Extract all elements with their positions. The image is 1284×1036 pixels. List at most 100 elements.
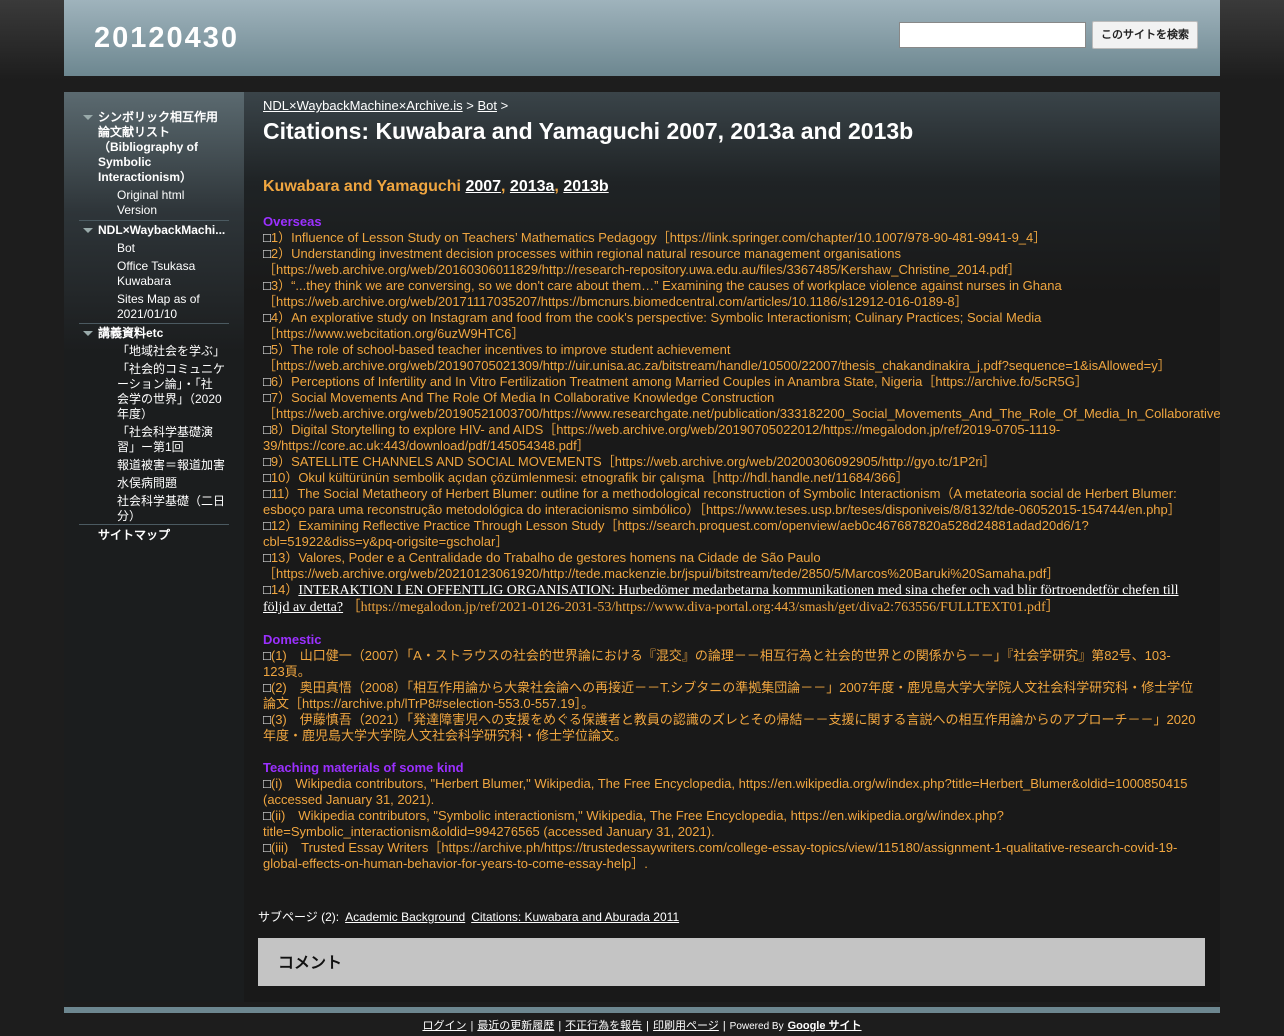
sidebar-group-bibliography: シンボリック相互作用 論文献リスト （Bibliography of Symbo… [79, 110, 229, 218]
sidebar-divider [79, 524, 229, 525]
citation-text: ［https://web.archive.org/web/20160306011… [263, 262, 1021, 277]
citation-text: ［https://web.archive.org/web/20190705021… [263, 358, 1171, 373]
teaching-citation-text: (iii) Trusted Essay Writers［https://arch… [270, 840, 1178, 855]
citation-text: ［https://web.archive.org/web/20210123061… [263, 566, 1060, 581]
sidebar-item-lecture[interactable]: 水俣病問題 [79, 476, 229, 491]
teaching-citation-text: (accessed January 31, 2021). [263, 792, 435, 807]
list-item: □10）Okul kültürünün sembolik açıdan çözü… [263, 470, 909, 485]
year-link-2013b[interactable]: 2013b [563, 178, 608, 195]
domestic-citation-text: (2) 奥田真悟（2008）「相互作用論から大衆社会論への再接近－－T.シブタニ… [270, 680, 1194, 695]
citation-text: esboço para uma reconstrução metodológic… [263, 502, 1181, 517]
citation-text: 5）The role of school-based teacher incen… [270, 342, 731, 357]
search-button[interactable]: このサイトを検索 [1092, 21, 1198, 49]
sidebar-item-lecture[interactable]: 「社会科学基礎演 習」ー第1回 [79, 425, 229, 455]
list-item: □3）“...they think we are conversing, so … [263, 278, 1062, 309]
list-item: □7）Social Movements And The Role Of Medi… [263, 390, 1221, 421]
sidebar-item-lectures[interactable]: 講義資料etc [79, 326, 229, 341]
sidebar-nav: シンボリック相互作用 論文献リスト （Bibliography of Symbo… [64, 92, 244, 1002]
search-input[interactable] [899, 22, 1086, 48]
citation-text: 3）“...they think we are conversing, so w… [270, 278, 1062, 293]
page-title: Citations: Kuwabara and Yamaguchi 2007, … [263, 118, 914, 144]
sidebar-item-sites-map[interactable]: Sites Map as of 2021/01/10 [79, 292, 229, 322]
sidebar-item-original-html[interactable]: Original html Version [79, 188, 229, 218]
list-item: □2）Understanding investment decision pro… [263, 246, 1021, 277]
subpages: サブページ (2): Academic Background Citations: … [258, 910, 680, 924]
year-link-2007[interactable]: 2007 [465, 178, 501, 195]
list-item: □(i) Wikipedia contributors, "Herbert Bl… [263, 776, 1188, 807]
sidebar-item-ndl[interactable]: NDL×WaybackMachi... [79, 223, 229, 238]
citation-text: 39/https://core.ac.uk:443/download/pdf/1… [263, 438, 590, 453]
citation-text: 4）An explorative study on Instagram and … [270, 310, 1042, 325]
teaching-citation-text: (ii) Wikipedia contributors, "Symbolic i… [270, 808, 1004, 823]
year-link-2013a[interactable]: 2013a [510, 178, 555, 195]
footer-link-login[interactable]: ログイン [422, 1020, 466, 1032]
teaching-citation-text: title=Symbolic_interactionism&oldid=9942… [263, 824, 715, 839]
citation-text: 12）Examining Reflective Practice Through… [270, 518, 1089, 533]
list-item: □13）Valores, Poder e a Centralidade do T… [263, 550, 1060, 581]
domestic-citation-text: 年度・鹿児島大学大学院人文社会科学研究科・修士学位論文。 [263, 728, 628, 743]
subpage-link-academic[interactable]: Academic Background [345, 910, 465, 924]
domestic-heading: Domestic [263, 632, 322, 647]
sidebar-divider [79, 220, 229, 221]
citation-text: cbl=51922&diss=y&pq-origsite=gscholar］ [263, 534, 509, 549]
sidebar-item-office[interactable]: Office Tsukasa Kuwabara [79, 259, 229, 289]
list-item: □(1) 山口健一（2007）「A・ストラウスの社会的世界論における『混交』の論… [263, 648, 1171, 679]
list-item: □4）An explorative study on Instagram and… [263, 310, 1042, 341]
sidebar-item-sitemap[interactable]: サイトマップ [79, 528, 229, 543]
sidebar-item-lecture[interactable]: 報道被害＝報道加害 [79, 458, 229, 473]
list-item: □(3) 伊藤慎吾（2021）「発達障害児への支援をめぐる保護者と教員の認識のズ… [263, 712, 1196, 743]
sidebar-item-lecture[interactable]: 「地域社会を学ぶ」 [79, 344, 229, 359]
footer-link-recent[interactable]: 最近の更新履歴 [477, 1020, 554, 1032]
site-header: 20120430 このサイトを検索 [64, 0, 1220, 76]
citation-text: 9）SATELLITE CHANNELS AND SOCIAL MOVEMENT… [270, 454, 996, 469]
breadcrumb: NDL×WaybackMachine×Archive.is > Bot > [263, 98, 509, 113]
sidebar-group-lectures: 講義資料etc 「地域社会を学ぶ」 「社会的コミュニケ ーション論」・「社 会学… [79, 326, 229, 524]
list-item: □9）SATELLITE CHANNELS AND SOCIAL MOVEMEN… [263, 454, 996, 469]
overseas-list: □1）Influence of Lesson Study on Teachers… [263, 230, 1221, 582]
subpage-link-citations[interactable]: Citations: Kuwabara and Aburada 2011 [471, 910, 679, 924]
domestic-citation-text: (1) 山口健一（2007）「A・ストラウスの社会的世界論における『混交』の論理… [270, 648, 1171, 663]
sidebar-item-bot[interactable]: Bot [79, 241, 229, 256]
teaching-heading: Teaching materials of some kind [263, 760, 464, 775]
breadcrumb-link-bot[interactable]: Bot [477, 98, 497, 113]
sidebar-group-sitemap: サイトマップ [79, 528, 229, 543]
comment-section: コメント [258, 938, 1205, 986]
domestic-citation-text: 論文［https://archive.ph/lTrP8#selection-55… [263, 696, 595, 711]
list-item: □(2) 奥田真悟（2008）「相互作用論から大衆社会論への再接近－－T.シブタ… [263, 680, 1194, 711]
citation-text: 8）Digital Storytelling to explore HIV- a… [270, 422, 1061, 437]
list-item: □5）The role of school-based teacher ince… [263, 342, 1171, 373]
list-item: □(ii) Wikipedia contributors, "Symbolic … [263, 808, 1004, 839]
citation-link-14-cont[interactable]: följd av detta? [263, 600, 343, 615]
list-item: □11）The Social Metatheory of Herbert Blu… [263, 486, 1181, 517]
sidebar-item-lecture[interactable]: 「社会的コミュニケ ーション論」・「社 会学の世界」（2020 年度） [79, 362, 229, 422]
citation-text: 1）Influence of Lesson Study on Teachers’… [270, 230, 1047, 245]
list-item: □6）Perceptions of Infertility and In Vit… [263, 374, 1088, 389]
footer-bar [64, 1007, 1220, 1013]
footer: ログイン | 最近の更新履歴 | 不正行為を報告 | 印刷用ページ | Powered By Go… [422, 1020, 862, 1032]
list-item: □8）Digital Storytelling to explore HIV- … [263, 422, 1061, 453]
overseas-heading: Overseas [263, 214, 322, 229]
teaching-citation-text: (i) Wikipedia contributors, "Herbert Blu… [270, 776, 1188, 791]
comment-title: コメント [278, 955, 343, 972]
teaching-list: □(i) Wikipedia contributors, "Herbert Bl… [263, 776, 1218, 872]
citation-link-14[interactable]: INTERAKTION I EN OFFENTLIG ORGANISATION:… [298, 583, 1178, 598]
domestic-list: □(1) 山口健一（2007）「A・ストラウスの社会的世界論における『混交』の論… [263, 648, 1218, 744]
footer-link-google-sites[interactable]: Google サイト [788, 1020, 862, 1032]
citation-text: ［https://www.webcitation.org/6uzW9HTC6］ [263, 326, 525, 341]
citation-text: ［https://web.archive.org/web/20190521003… [263, 406, 1221, 421]
citation-text: 10）Okul kültürünün sembolik açıdan çözüm… [270, 470, 909, 485]
list-item: □12）Examining Reflective Practice Throug… [263, 518, 1089, 549]
citation-text: ［https://web.archive.org/web/20171117035… [263, 294, 968, 309]
site-title[interactable]: 20120430 [94, 22, 239, 55]
teaching-citation-text: global-effects-on-human-behavior-for-yea… [263, 856, 648, 871]
sidebar-item-lecture[interactable]: 社会科学基礎（二日 分） [79, 494, 229, 524]
breadcrumb-link-ndl[interactable]: NDL×WaybackMachine×Archive.is [263, 98, 463, 113]
footer-link-report[interactable]: 不正行為を報告 [565, 1020, 642, 1032]
citation-text: 13）Valores, Poder e a Centralidade do Tr… [270, 550, 821, 565]
footer-link-print[interactable]: 印刷用ページ [653, 1020, 719, 1032]
list-item: □1）Influence of Lesson Study on Teachers… [263, 230, 1047, 245]
sidebar-item-bibliography[interactable]: シンボリック相互作用 論文献リスト （Bibliography of Symbo… [79, 110, 229, 185]
citation-text: 7）Social Movements And The Role Of Media… [270, 390, 775, 405]
domestic-citation-text: (3) 伊藤慎吾（2021）「発達障害児への支援をめぐる保護者と教員の認識のズレ… [270, 712, 1196, 727]
citation-text: 2）Understanding investment decision proc… [270, 246, 901, 261]
